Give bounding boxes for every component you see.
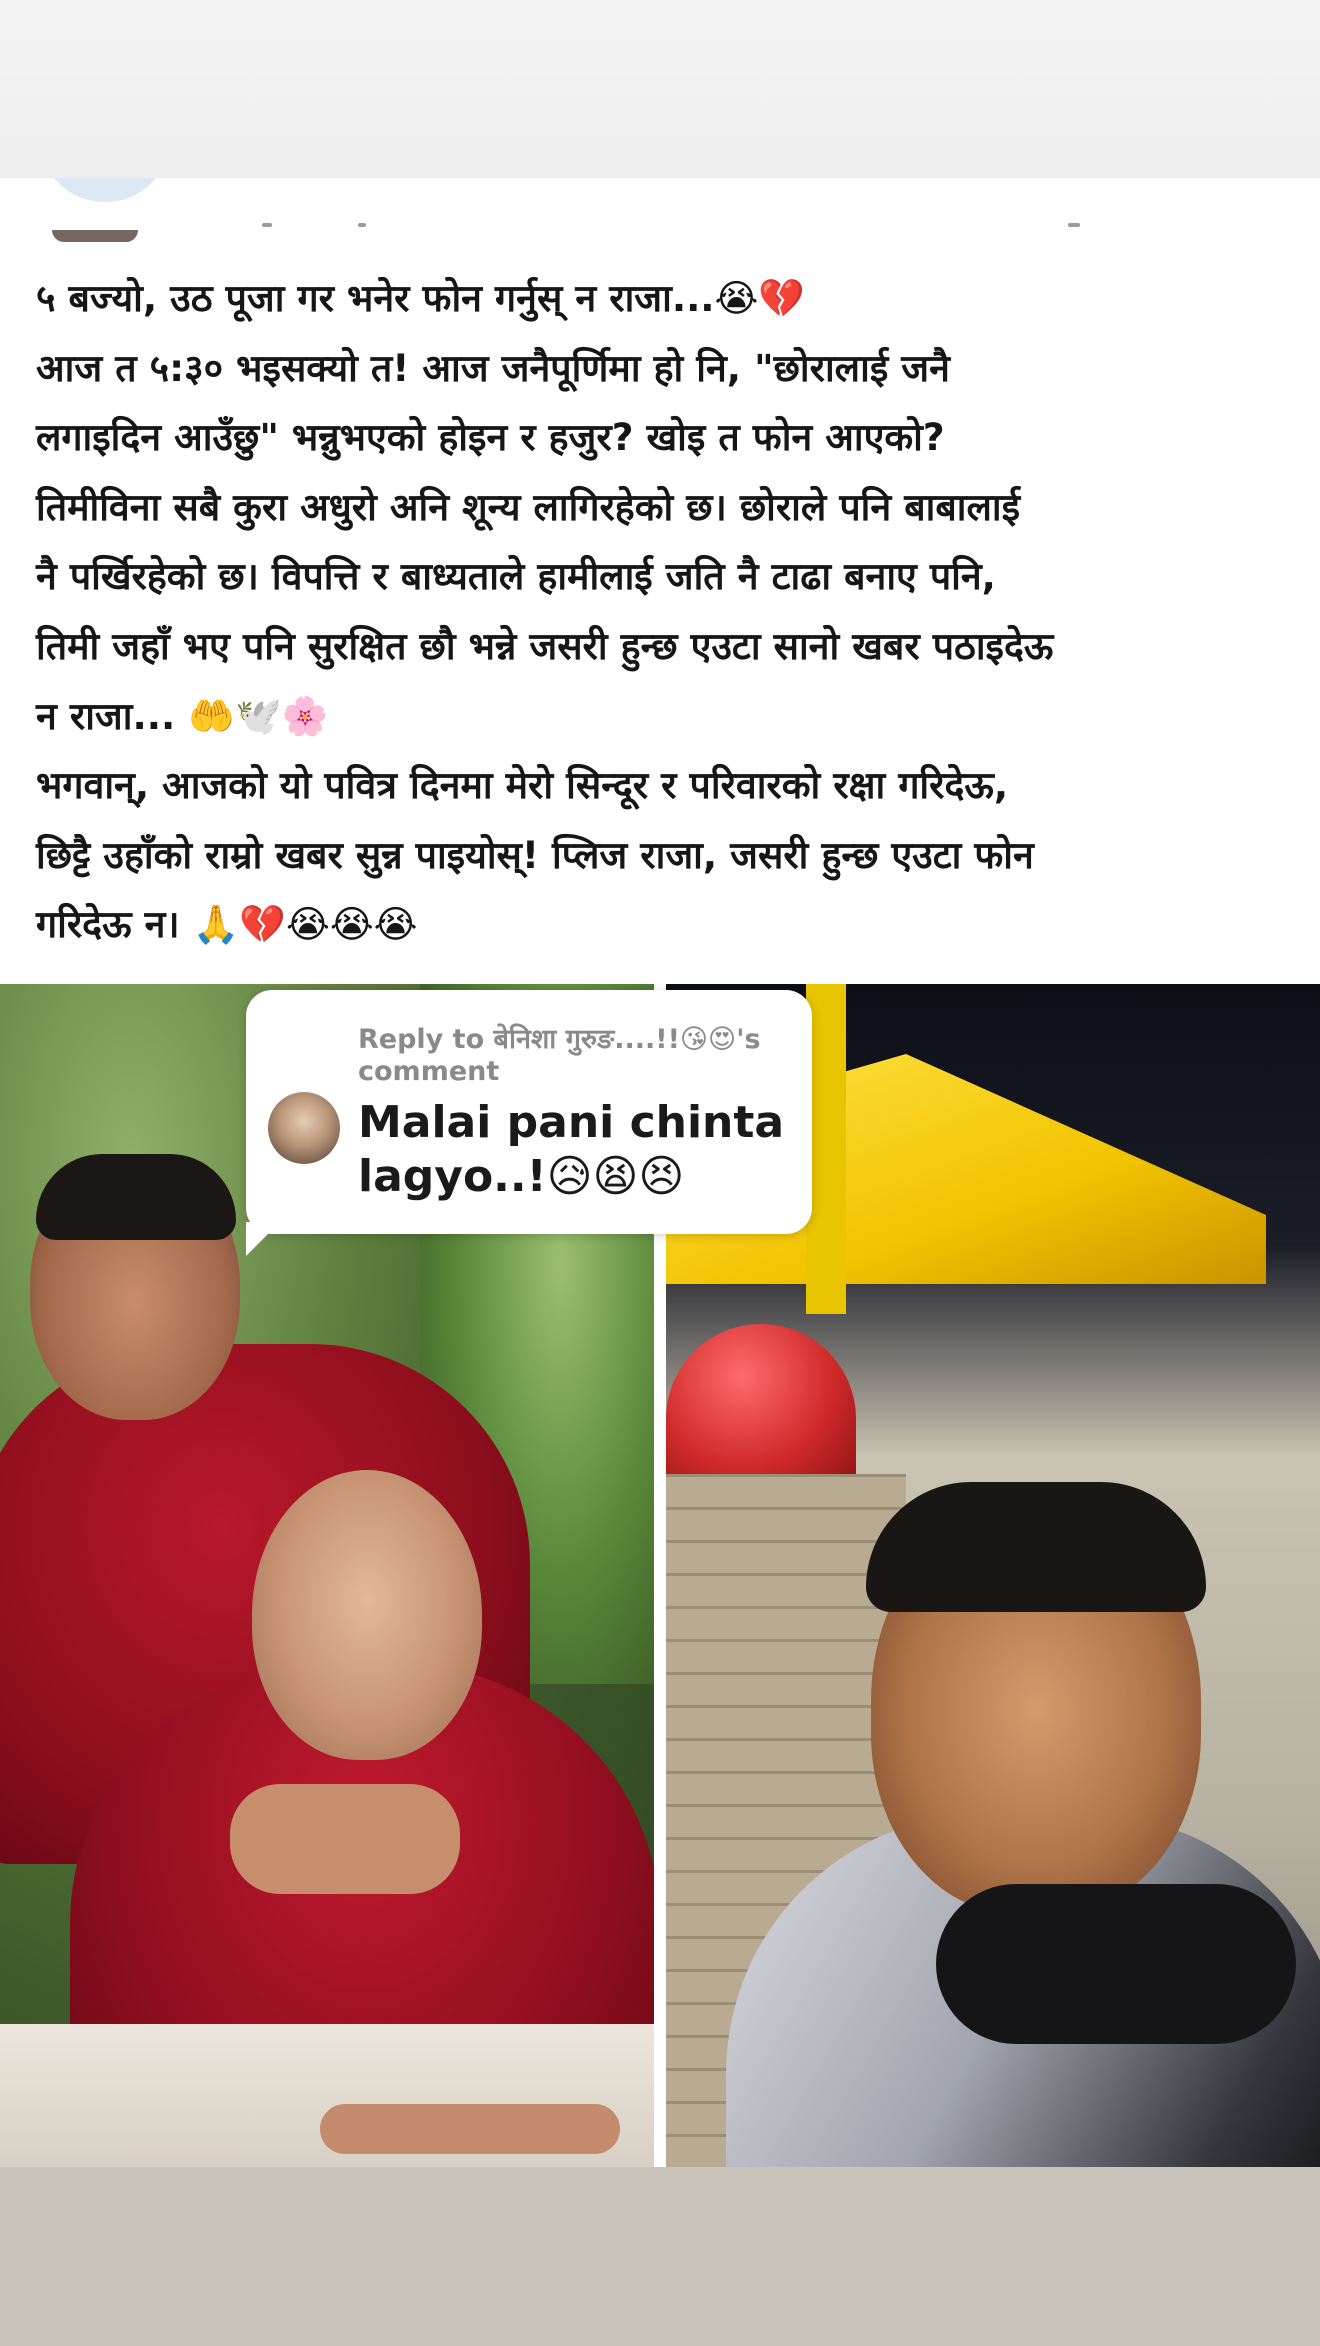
photo-man-scarf [936, 1884, 1296, 2044]
reply-comment-text: Malai pani chinta lagyo..!😥😫😣 [358, 1097, 785, 1202]
post-line: आज त ५:३० भइसक्यो त! आज जनैपूर्णिमा हो न… [36, 345, 950, 390]
author-avatar-edge [52, 230, 138, 242]
photo-father-hair [36, 1154, 236, 1240]
reply-sticker-tail [246, 1222, 280, 1256]
reply-target-name[interactable]: बेनिशा गुरुङ....!!😘😍 [494, 1024, 737, 1055]
post-card: ५ बज्यो, उठ पूजा गर भनेर फोन गर्नुस् न र… [0, 178, 1320, 984]
reply-prefix: Reply to [358, 1024, 494, 1055]
post-line: गरिदेऊ न। 🙏💔😭😭😭 [36, 902, 418, 947]
photo-temple-pillar [806, 984, 846, 1314]
post-line: लगाइदिन आउँछु" भन्नुभएको होइन र हजुर? खो… [36, 415, 945, 460]
post-line: भगवान्, आजको यो पवित्र दिनमा मेरो सिन्दू… [36, 763, 1009, 808]
post-line: नै पर्खिरहेको छ। विपत्ति र बाध्यताले हाम… [36, 554, 996, 599]
post-line: तिमीविना सबै कुरा अधुरो अनि शून्य लागिरह… [36, 484, 1021, 529]
author-avatar[interactable] [40, 178, 170, 202]
photo-son-head [252, 1470, 482, 1760]
post-text: ५ बज्यो, उठ पूजा गर भनेर फोन गर्नुस् न र… [36, 264, 1286, 960]
photo-stupa-dome [666, 1324, 856, 1474]
post-line: न राजा... 🤲🕊️🌸 [36, 693, 329, 738]
commenter-avatar[interactable] [268, 1092, 340, 1164]
author-name-fragment [358, 223, 366, 227]
post-line: छिट्टै उहाँको राम्रो खबर सुन्न पाइयोस्! … [36, 832, 1034, 877]
author-name-fragment [262, 223, 272, 227]
photo-man-hair [866, 1482, 1206, 1612]
timestamp-fragment [1068, 223, 1080, 227]
post-line: ५ बज्यो, उठ पूजा गर भनेर फोन गर्नुस् न र… [36, 276, 806, 320]
photo-son-feet [320, 2104, 620, 2154]
post-line: तिमी जहाँ भए पनि सुरक्षित छौ भन्ने जसरी … [36, 623, 1054, 668]
bottom-area [0, 2167, 1320, 2346]
photo-son-hands [230, 1784, 460, 1894]
top-bar [0, 0, 1320, 178]
reply-header: Reply to बेनिशा गुरुङ....!!😘😍's comment [358, 1024, 798, 1088]
